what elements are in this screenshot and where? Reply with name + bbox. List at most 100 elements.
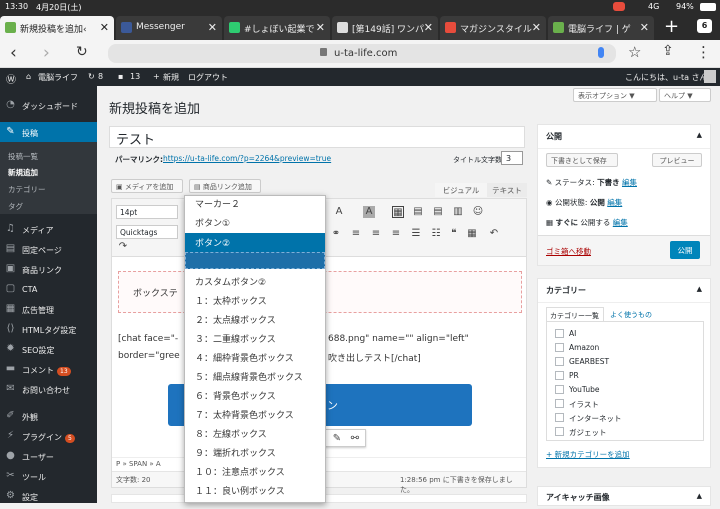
browser-tab[interactable]: 電脳ライフ | ゲ ✕ bbox=[548, 16, 654, 40]
dropdown-item[interactable]: ５：細点線背景色ボックス bbox=[185, 367, 325, 386]
tab-count[interactable]: 6 bbox=[697, 19, 712, 33]
dropdown-item[interactable]: １：太枠ボックス bbox=[185, 291, 325, 310]
sidebar-sub-tags[interactable]: タグ bbox=[8, 201, 23, 212]
sidebar-item-tools[interactable]: ✂ ツール bbox=[0, 466, 97, 486]
list-icon[interactable]: ☰ bbox=[410, 228, 422, 240]
screen-options-button[interactable]: 表示オプション ▼ bbox=[573, 88, 657, 102]
align-center-icon[interactable]: ≡ bbox=[370, 228, 382, 240]
mic-icon[interactable] bbox=[598, 47, 604, 58]
table-insert-icon[interactable]: ▦ bbox=[392, 206, 404, 218]
tab-popular-categories[interactable]: よく使うもの bbox=[610, 310, 652, 320]
add-media-button[interactable]: ▣ メディアを追加 bbox=[111, 179, 183, 193]
publish-button[interactable]: 公開 bbox=[670, 241, 700, 259]
adminbar-comments-count[interactable]: 13 bbox=[130, 72, 140, 81]
font-size-select[interactable]: 14pt bbox=[116, 205, 178, 219]
forward-icon[interactable]: › bbox=[43, 43, 50, 63]
edit-status-link[interactable]: 編集 bbox=[622, 178, 637, 187]
box-insert-icon[interactable]: ▤ bbox=[412, 206, 424, 218]
quicktags-select[interactable]: Quicktags bbox=[116, 225, 178, 239]
sidebar-item-plugins[interactable]: ⚡ プラグイン 5 bbox=[0, 426, 97, 446]
dropdown-item-selected[interactable]: ボタン② bbox=[185, 233, 325, 252]
collapse-icon[interactable]: ▲ bbox=[697, 131, 702, 139]
edit-link-icon[interactable]: ✎ bbox=[331, 433, 343, 445]
menu-dots-icon[interactable]: ⋮ bbox=[696, 43, 711, 61]
sidebar-item-comments[interactable]: ▬ コメント 13 bbox=[0, 359, 97, 379]
category-checkbox[interactable] bbox=[555, 371, 564, 380]
undo-icon[interactable]: ↶ bbox=[488, 228, 500, 240]
publish-box-header[interactable]: 公開 ▲ bbox=[538, 125, 710, 149]
dropdown-item[interactable]: １０：注意点ボックス bbox=[185, 462, 325, 481]
close-icon[interactable]: ✕ bbox=[100, 21, 109, 34]
adminbar-greeting[interactable]: こんにちは、u-ta さん bbox=[625, 72, 708, 83]
box2-insert-icon[interactable]: ▤ bbox=[432, 206, 444, 218]
dropdown-item[interactable]: ９：端折れボックス bbox=[185, 443, 325, 462]
close-icon[interactable]: ✕ bbox=[424, 21, 433, 34]
sidebar-item-users[interactable]: ● ユーザー bbox=[0, 446, 97, 466]
edit-visibility-link[interactable]: 編集 bbox=[607, 198, 622, 207]
bookmark-star-icon[interactable]: ☆ bbox=[628, 43, 641, 61]
adminbar-new[interactable]: 新規 bbox=[163, 72, 179, 83]
tab-visual[interactable]: ビジュアル bbox=[435, 183, 487, 197]
category-checkbox[interactable] bbox=[555, 427, 564, 436]
tab-all-categories[interactable]: カテゴリー一覧 bbox=[546, 307, 604, 321]
new-tab-icon[interactable]: + bbox=[664, 16, 679, 37]
dropdown-item[interactable]: １１：良い例ボックス bbox=[185, 481, 325, 500]
sidebar-item-cta[interactable]: ▢ CTA bbox=[0, 279, 97, 299]
sidebar-sub-add-new[interactable]: 新規追加 bbox=[8, 167, 38, 178]
dropdown-item[interactable]: ３：二重線ボックス bbox=[185, 329, 325, 348]
close-icon[interactable]: ✕ bbox=[640, 21, 649, 34]
add-category-link[interactable]: + 新規カテゴリーを追加 bbox=[546, 449, 630, 460]
background-color-icon[interactable]: A bbox=[363, 206, 375, 218]
permalink-link[interactable]: https://u-ta-life.com/?p=2264&preview=tr… bbox=[163, 154, 331, 163]
browser-tab[interactable]: #しょぼい起業で ✕ bbox=[224, 16, 330, 40]
dropdown-item[interactable]: ４：細枠背景色ボックス bbox=[185, 348, 325, 367]
category-checkbox[interactable] bbox=[555, 413, 564, 422]
sidebar-item-html-tags[interactable]: ⟨⟩ HTMLタグ設定 bbox=[0, 319, 97, 339]
category-checkbox[interactable] bbox=[555, 399, 564, 408]
dropdown-item[interactable]: ボタン① bbox=[185, 213, 325, 232]
trash-link[interactable]: ゴミ箱へ移動 bbox=[546, 246, 591, 257]
category-checkbox[interactable] bbox=[555, 385, 564, 394]
dropdown-item[interactable]: カスタムボタン② bbox=[185, 272, 325, 291]
sidebar-item-product-link[interactable]: ▣ 商品リンク bbox=[0, 259, 97, 279]
browser-tab[interactable]: Messenger ✕ bbox=[116, 16, 222, 40]
align-left-icon[interactable]: ≡ bbox=[350, 228, 362, 240]
unlink-icon[interactable]: ⚭ bbox=[330, 228, 342, 240]
adminbar-site-name[interactable]: 電脳ライフ bbox=[38, 72, 78, 83]
chat-icon[interactable]: ☺ bbox=[472, 206, 484, 218]
category-box-header[interactable]: カテゴリー ▲ bbox=[538, 279, 710, 303]
text-color-icon[interactable]: A bbox=[333, 206, 345, 218]
back-icon[interactable]: ‹ bbox=[10, 43, 17, 63]
close-icon[interactable]: ✕ bbox=[532, 21, 541, 34]
quote-icon[interactable]: ❝ bbox=[448, 228, 460, 240]
avatar[interactable] bbox=[704, 70, 716, 83]
sidebar-item-posts[interactable]: ✎ 投稿 bbox=[0, 122, 97, 142]
numbered-list-icon[interactable]: ☷ bbox=[430, 228, 442, 240]
edit-schedule-link[interactable]: 編集 bbox=[613, 218, 628, 227]
dropdown-item[interactable] bbox=[185, 252, 325, 269]
title-count-field[interactable]: 3 bbox=[501, 151, 523, 165]
sidebar-item-seo[interactable]: ✹ SEO設定 bbox=[0, 339, 97, 359]
sidebar-item-appearance[interactable]: ✐ 外観 bbox=[0, 406, 97, 426]
sidebar-item-pages[interactable]: ▤ 固定ページ bbox=[0, 239, 97, 259]
browser-tab[interactable]: 新規投稿を追加‹ ✕ bbox=[0, 16, 114, 40]
add-product-link-button[interactable]: ▤ 商品リンク追加 bbox=[189, 179, 261, 193]
address-field[interactable]: u-ta-life.com bbox=[108, 44, 616, 63]
browser-tab[interactable]: [第149話] ワンパ ✕ bbox=[332, 16, 438, 40]
dropdown-item[interactable]: ６：背景色ボックス bbox=[185, 386, 325, 405]
post-title-input[interactable]: テスト bbox=[109, 126, 525, 148]
sidebar-sub-categories[interactable]: カテゴリー bbox=[8, 184, 46, 195]
table-icon[interactable]: ▦ bbox=[466, 228, 478, 240]
close-icon[interactable]: ✕ bbox=[208, 21, 217, 34]
shortcode-icon[interactable]: ▥ bbox=[452, 206, 464, 218]
preview-button[interactable]: プレビュー bbox=[652, 153, 702, 167]
category-checkbox[interactable] bbox=[555, 343, 564, 352]
align-right-icon[interactable]: ≡ bbox=[390, 228, 402, 240]
dropdown-item[interactable]: ７：太枠背景色ボックス bbox=[185, 405, 325, 424]
wordpress-logo-icon[interactable]: Ⓦ bbox=[6, 71, 16, 86]
dropdown-item[interactable]: ８：左線ボックス bbox=[185, 424, 325, 443]
redo-icon[interactable]: ↷ bbox=[117, 241, 129, 253]
save-draft-button[interactable]: 下書きとして保存 bbox=[546, 153, 618, 167]
dropdown-item[interactable]: マーカー２ bbox=[185, 196, 325, 212]
sidebar-item-contact[interactable]: ✉ お問い合わせ bbox=[0, 379, 97, 399]
